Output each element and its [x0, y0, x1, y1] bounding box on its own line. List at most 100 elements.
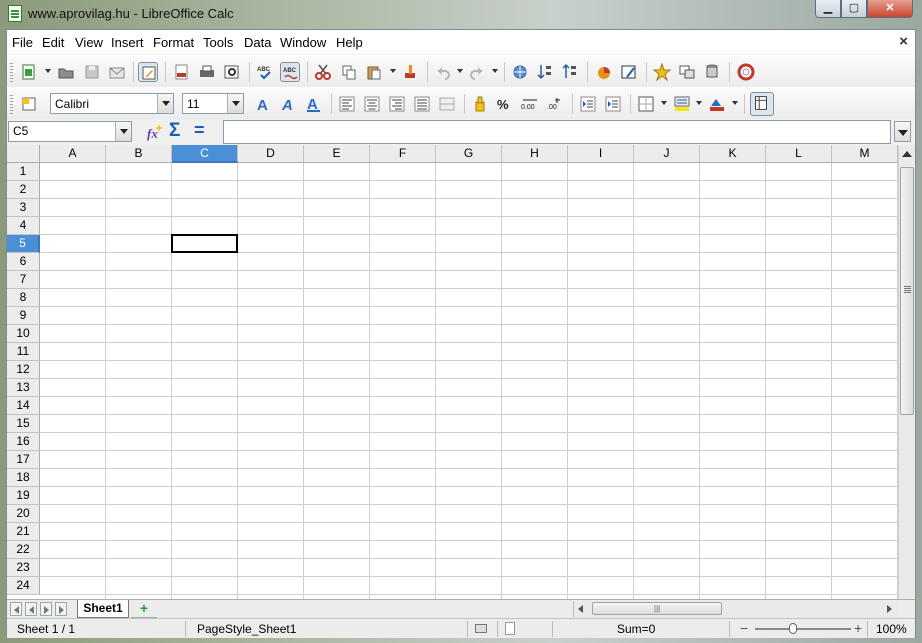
menu-data[interactable]: Data: [244, 35, 271, 50]
cut-icon[interactable]: [313, 62, 333, 82]
column-header-b[interactable]: B: [106, 145, 172, 163]
row-header-1[interactable]: 1: [7, 163, 40, 181]
italic-icon[interactable]: A: [279, 94, 299, 114]
add-decimal-icon[interactable]: .00: [545, 94, 565, 114]
new-document-icon[interactable]: [19, 62, 39, 82]
standard-number-format-icon[interactable]: 0.00: [520, 94, 540, 114]
align-center-icon[interactable]: [362, 94, 382, 114]
formula-input[interactable]: [223, 120, 891, 144]
name-box-dropdown-button[interactable]: [115, 122, 131, 141]
column-header-i[interactable]: I: [568, 145, 634, 163]
toolbar-grip[interactable]: [10, 62, 13, 82]
column-header-c[interactable]: C: [172, 145, 238, 163]
font-size-dropdown-button[interactable]: [227, 94, 243, 113]
row-header-2[interactable]: 2: [7, 181, 40, 199]
maximize-button[interactable]: ▢: [841, 0, 867, 18]
redo-dropdown-arrow[interactable]: [492, 69, 498, 73]
row-header-22[interactable]: 22: [7, 541, 40, 559]
scroll-left-arrow[interactable]: [578, 605, 583, 613]
zoom-out-button[interactable]: −: [740, 620, 748, 636]
row-header-7[interactable]: 7: [7, 271, 40, 289]
styles-formatting-icon[interactable]: [19, 94, 39, 114]
menu-file[interactable]: File: [12, 35, 33, 50]
font-color-icon[interactable]: [707, 94, 727, 114]
email-document-icon[interactable]: [107, 62, 127, 82]
align-right-icon[interactable]: [387, 94, 407, 114]
toolbar-grip[interactable]: [10, 94, 13, 114]
scroll-right-arrow[interactable]: [887, 605, 892, 613]
autospellcheck-icon[interactable]: ABC: [280, 62, 300, 82]
row-header-6[interactable]: 6: [7, 253, 40, 271]
print-icon[interactable]: [197, 62, 217, 82]
selection-mode-icon[interactable]: [475, 624, 487, 633]
column-header-a[interactable]: A: [40, 145, 106, 163]
zoom-slider-knob[interactable]: [789, 623, 797, 634]
row-header-24[interactable]: 24: [7, 577, 40, 595]
hyperlink-icon[interactable]: [510, 62, 530, 82]
active-cell-cursor[interactable]: [171, 234, 238, 253]
justify-icon[interactable]: [412, 94, 432, 114]
zoom-level[interactable]: 100%: [876, 622, 907, 636]
row-header-20[interactable]: 20: [7, 505, 40, 523]
sort-descending-icon[interactable]: [560, 62, 580, 82]
align-left-icon[interactable]: [337, 94, 357, 114]
bold-icon[interactable]: A: [254, 94, 274, 114]
column-header-m[interactable]: M: [832, 145, 898, 163]
vertical-scrollbar[interactable]: [898, 145, 915, 599]
zoom-slider[interactable]: [755, 628, 851, 630]
column-header-j[interactable]: J: [634, 145, 700, 163]
background-color-icon[interactable]: [672, 94, 692, 114]
name-box[interactable]: C5: [8, 121, 132, 142]
toggle-grid-lines-icon[interactable]: [750, 92, 774, 116]
function-button[interactable]: =: [194, 120, 205, 141]
row-header-10[interactable]: 10: [7, 325, 40, 343]
new-dropdown-arrow[interactable]: [45, 69, 51, 73]
clone-formatting-icon[interactable]: [400, 62, 420, 82]
datapilot-icon[interactable]: [619, 62, 639, 82]
horizontal-scroll-thumb[interactable]: |||: [592, 602, 722, 615]
redo-icon[interactable]: [467, 62, 487, 82]
underline-icon[interactable]: A: [304, 94, 324, 114]
column-header-d[interactable]: D: [238, 145, 304, 163]
vertical-scroll-thumb[interactable]: [900, 167, 914, 415]
copy-icon[interactable]: [339, 62, 359, 82]
column-header-g[interactable]: G: [436, 145, 502, 163]
menu-tools[interactable]: Tools: [203, 35, 233, 50]
menu-insert[interactable]: Insert: [111, 35, 144, 50]
data-sources-icon[interactable]: [702, 62, 722, 82]
merge-cells-icon[interactable]: [437, 94, 457, 114]
undo-icon[interactable]: [433, 62, 453, 82]
borders-icon[interactable]: [636, 94, 656, 114]
column-header-f[interactable]: F: [370, 145, 436, 163]
row-header-23[interactable]: 23: [7, 559, 40, 577]
row-header-16[interactable]: 16: [7, 433, 40, 451]
add-sheet-button[interactable]: +: [131, 600, 157, 618]
currency-format-icon[interactable]: [470, 94, 490, 114]
insert-chart-icon[interactable]: [594, 62, 614, 82]
menu-view[interactable]: View: [75, 35, 103, 50]
help-lifebuoy-icon[interactable]: [736, 62, 756, 82]
menu-edit[interactable]: Edit: [42, 35, 64, 50]
title-bar[interactable]: www.aprovilag.hu - LibreOffice Calc ▁ ▢ …: [0, 0, 922, 28]
row-header-18[interactable]: 18: [7, 469, 40, 487]
column-header-k[interactable]: K: [700, 145, 766, 163]
column-header-l[interactable]: L: [766, 145, 832, 163]
navigator-icon[interactable]: [652, 62, 672, 82]
select-all-corner[interactable]: [7, 145, 40, 163]
row-header-14[interactable]: 14: [7, 397, 40, 415]
scroll-up-arrow[interactable]: [901, 147, 913, 161]
column-header-h[interactable]: H: [502, 145, 568, 163]
background-color-dropdown-arrow[interactable]: [696, 101, 702, 105]
font-name-combobox[interactable]: Calibri: [50, 93, 174, 114]
first-sheet-button[interactable]: [10, 602, 22, 616]
sheet-tab-sheet1[interactable]: Sheet1: [77, 600, 129, 618]
last-sheet-button[interactable]: [55, 602, 67, 616]
percent-format-icon[interactable]: %: [495, 94, 515, 114]
horizontal-scrollbar[interactable]: |||: [573, 601, 898, 617]
paste-icon[interactable]: [364, 62, 384, 82]
borders-dropdown-arrow[interactable]: [661, 101, 667, 105]
row-header-3[interactable]: 3: [7, 199, 40, 217]
paste-dropdown-arrow[interactable]: [390, 69, 396, 73]
print-preview-icon[interactable]: [222, 62, 242, 82]
row-header-12[interactable]: 12: [7, 361, 40, 379]
